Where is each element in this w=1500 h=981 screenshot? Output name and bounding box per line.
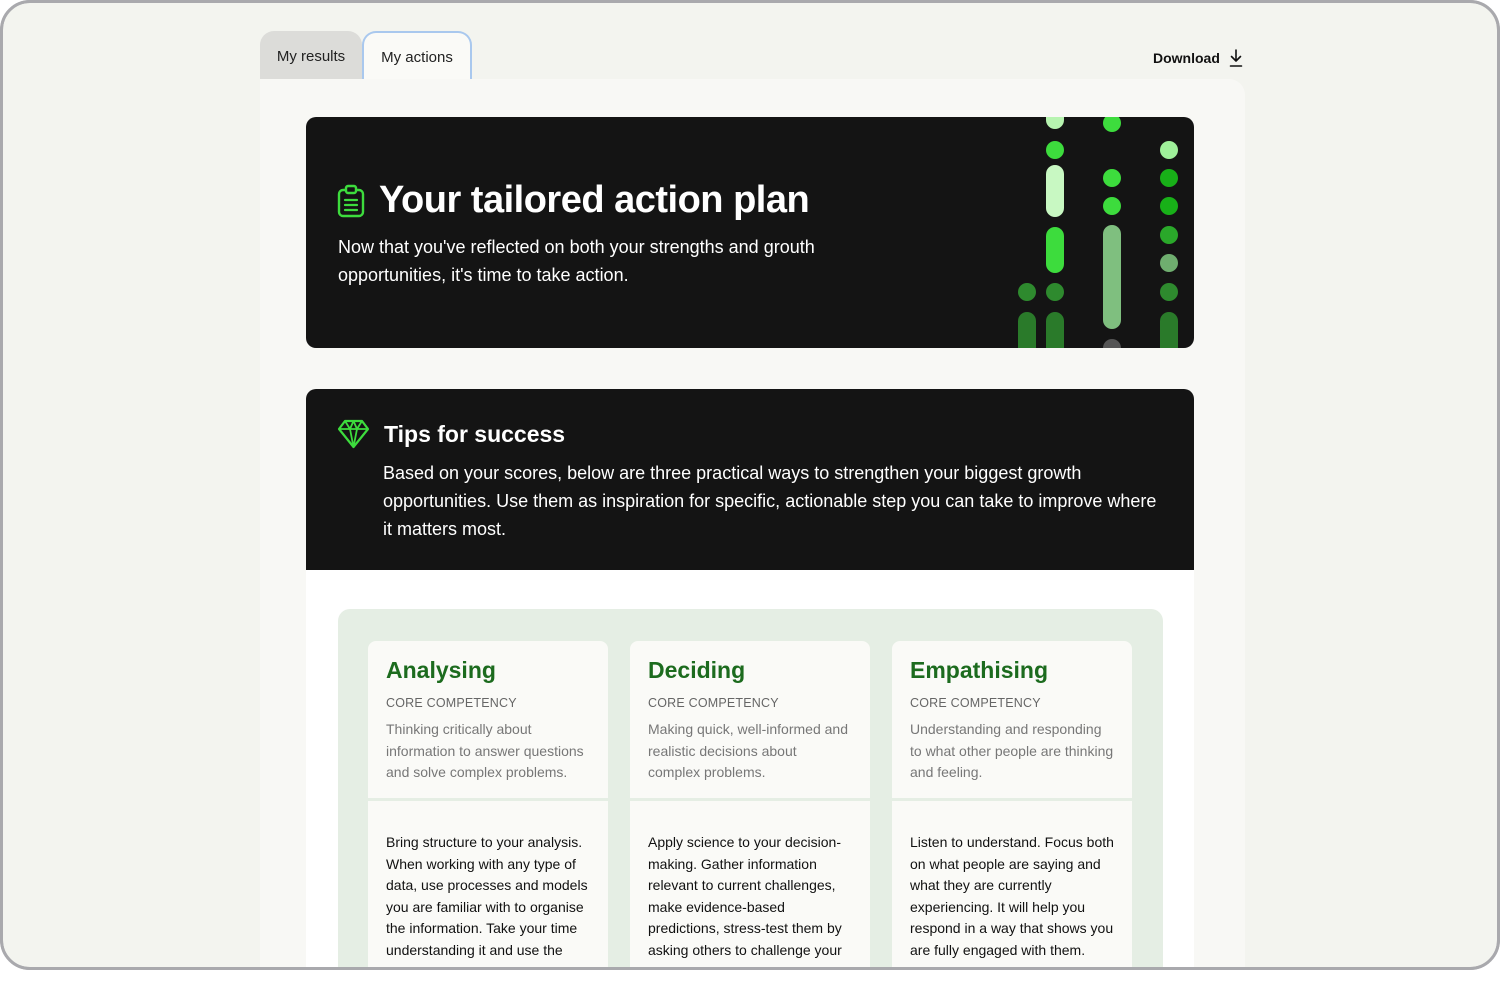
tab-label: My actions bbox=[381, 48, 453, 66]
card-label: CORE COMPETENCY bbox=[386, 696, 517, 710]
card-description: Understanding and responding to what oth… bbox=[910, 721, 1114, 781]
hero-subtitle: Now that you've reflected on both your s… bbox=[338, 237, 815, 285]
deco-column-4 bbox=[1160, 141, 1178, 348]
card-description: Making quick, well-informed and realisti… bbox=[648, 721, 848, 781]
deco-column-1 bbox=[1018, 283, 1036, 348]
tips-body: Based on your scores, below are three pr… bbox=[383, 463, 1157, 539]
card-header: Analysing CORE COMPETENCY Thinking criti… bbox=[368, 641, 608, 798]
card-tip: Apply science to your decision-making. G… bbox=[630, 801, 870, 981]
card-body: Bring structure to your analysis. When w… bbox=[386, 834, 588, 958]
card-description: Thinking critically about information to… bbox=[386, 721, 584, 781]
card-header: Empathising CORE COMPETENCY Understandin… bbox=[892, 641, 1132, 798]
diamond-icon bbox=[337, 419, 370, 449]
competency-card-empathising: Empathising CORE COMPETENCY Understandin… bbox=[892, 641, 1132, 981]
card-label: CORE COMPETENCY bbox=[648, 696, 779, 710]
tips-panel: Tips for success Based on your scores, b… bbox=[306, 389, 1194, 570]
competency-card-deciding: Deciding CORE COMPETENCY Making quick, w… bbox=[630, 641, 870, 981]
clipboard-icon bbox=[337, 184, 365, 217]
deco-column-3 bbox=[1103, 117, 1121, 348]
deco-column-2 bbox=[1046, 117, 1064, 348]
download-icon bbox=[1229, 49, 1243, 67]
card-title: Deciding bbox=[648, 657, 746, 683]
card-header: Deciding CORE COMPETENCY Making quick, w… bbox=[630, 641, 870, 798]
competency-card-analysing: Analysing CORE COMPETENCY Thinking criti… bbox=[368, 641, 608, 981]
action-plan-hero: Your tailored action plan Now that you'v… bbox=[306, 117, 1194, 348]
tab-label: My results bbox=[276, 47, 346, 65]
tab-my-results[interactable]: My results bbox=[260, 31, 362, 81]
download-button[interactable]: Download bbox=[1153, 47, 1243, 69]
tab-my-actions[interactable]: My actions bbox=[362, 31, 472, 81]
download-label: Download bbox=[1153, 50, 1220, 66]
tab-bar: My results My actions bbox=[260, 31, 472, 81]
card-body: Apply science to your decision-making. G… bbox=[648, 834, 842, 958]
card-body: Listen to understand. Focus both on what… bbox=[910, 834, 1114, 958]
tips-title: Tips for success bbox=[384, 420, 566, 447]
decorative-dots-graphic bbox=[1018, 117, 1178, 348]
card-title: Empathising bbox=[910, 657, 1049, 683]
card-tip: Bring structure to your analysis. When w… bbox=[368, 801, 608, 981]
card-title: Analysing bbox=[386, 657, 496, 683]
hero-title: Your tailored action plan bbox=[379, 179, 810, 221]
card-tip: Listen to understand. Focus both on what… bbox=[892, 801, 1132, 981]
card-label: CORE COMPETENCY bbox=[910, 696, 1041, 710]
